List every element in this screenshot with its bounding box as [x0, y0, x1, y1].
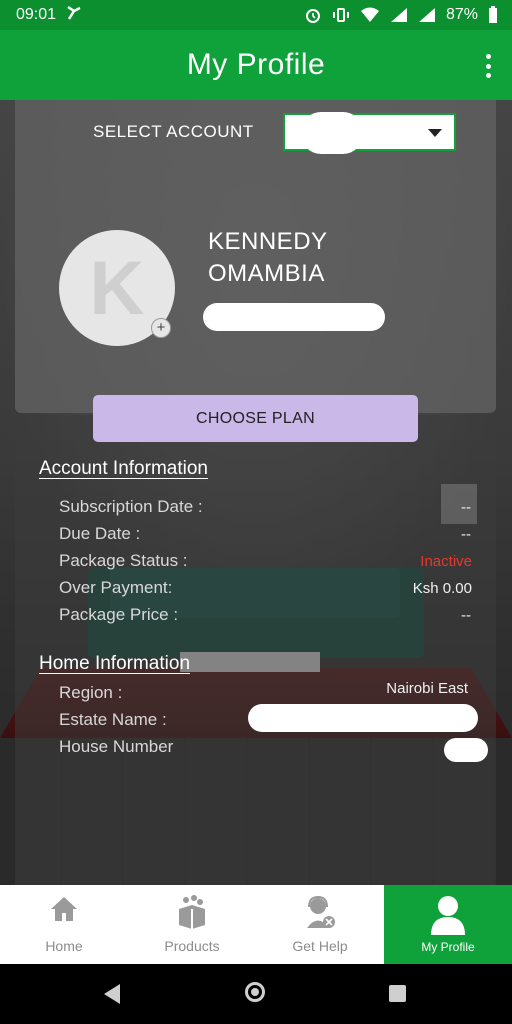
profile-card: SELECT ACCOUNT K + KENNEDY OMAMBIA	[15, 100, 496, 413]
nav-products[interactable]: Products	[128, 885, 256, 964]
value-highlight	[441, 484, 477, 524]
estate-name-label: Estate Name :	[59, 710, 167, 729]
back-icon[interactable]	[104, 984, 120, 1004]
nav-get-help[interactable]: Get Help	[256, 885, 384, 964]
redaction-mark	[248, 704, 478, 732]
details-panel	[15, 415, 496, 885]
nav-get-help-label: Get Help	[292, 938, 348, 954]
recent-apps-icon[interactable]	[389, 985, 406, 1002]
alarm-icon	[304, 6, 322, 24]
nav-my-profile[interactable]: My Profile	[384, 885, 512, 964]
notification-icon	[66, 5, 82, 26]
subscription-date-label: Subscription Date :	[59, 497, 203, 516]
support-agent-icon	[303, 895, 337, 932]
app-bar: My Profile	[0, 30, 512, 100]
region-value: Nairobi East	[386, 680, 468, 697]
add-photo-icon[interactable]: +	[151, 318, 171, 338]
bottom-navigation: Home Products Get Help My Profile	[0, 885, 512, 964]
nav-home[interactable]: Home	[0, 885, 128, 964]
nav-my-profile-label: My Profile	[421, 940, 475, 954]
home-button-icon[interactable]	[245, 982, 265, 1002]
home-information-title: Home Information	[39, 653, 191, 674]
due-date-label: Due Date :	[59, 524, 141, 543]
user-profile-icon	[430, 895, 466, 938]
subscription-date-value: --	[461, 499, 471, 516]
redaction-mark	[301, 112, 363, 154]
vibrate-icon	[332, 6, 350, 24]
system-navigation-bar	[0, 964, 512, 1024]
nav-home-label: Home	[45, 938, 83, 954]
page-title: My Profile	[186, 48, 326, 81]
battery-icon	[488, 6, 498, 24]
select-account-label: SELECT ACCOUNT	[93, 122, 254, 141]
battery-percent: 87%	[445, 6, 478, 23]
wifi-icon	[360, 7, 380, 23]
signal-icon-2	[418, 7, 436, 23]
over-payment-value: Ksh 0.00	[412, 580, 472, 597]
profile-first-name: KENNEDY	[208, 228, 328, 255]
signal-icon	[390, 7, 408, 23]
nav-products-label: Products	[164, 938, 220, 954]
home-icon	[49, 895, 79, 926]
package-status-label: Package Status :	[59, 551, 188, 570]
redaction-mark	[444, 738, 488, 762]
redaction-mark	[203, 303, 385, 331]
region-label: Region :	[59, 683, 123, 702]
avatar-initial: K	[89, 245, 145, 331]
dropdown-arrow-icon	[428, 129, 442, 137]
status-time: 09:01	[16, 6, 57, 23]
package-status-value: Inactive	[420, 553, 472, 570]
more-vert-icon[interactable]	[484, 54, 492, 78]
account-information-title: Account Information	[39, 458, 208, 479]
package-price-value: --	[461, 607, 471, 624]
due-date-value: --	[461, 526, 471, 543]
over-payment-label: Over Payment:	[59, 578, 173, 597]
products-box-icon	[176, 895, 208, 932]
package-price-label: Package Price :	[59, 605, 179, 624]
profile-last-name: OMAMBIA	[208, 260, 325, 287]
status-bar: 09:01 87%	[0, 0, 512, 30]
choose-plan-button[interactable]: CHOOSE PLAN	[93, 395, 418, 442]
house-number-label: House Number	[59, 737, 174, 756]
